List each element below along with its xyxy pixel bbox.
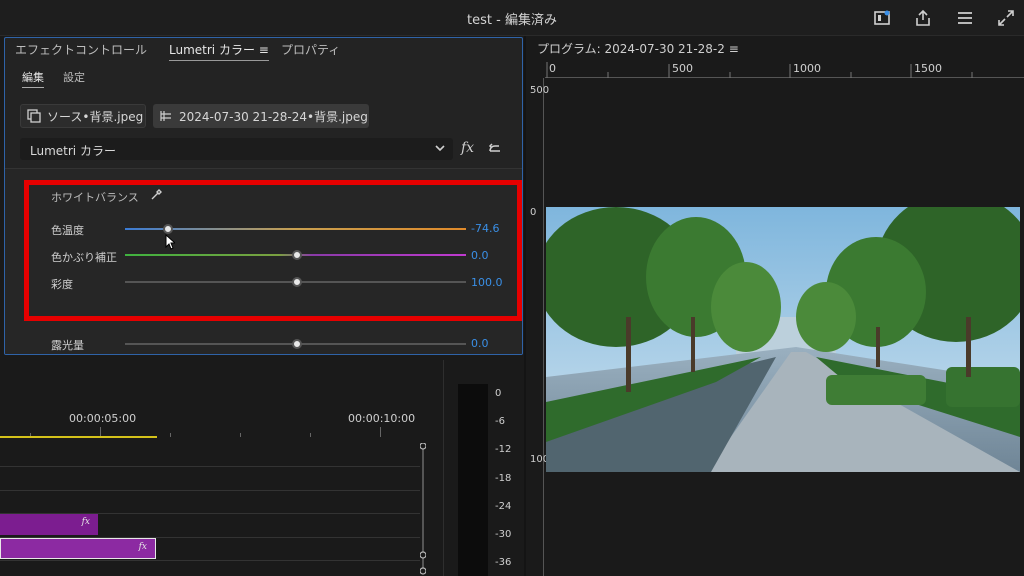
meter-scale-label: -6: [495, 416, 505, 427]
sequence-clip-button[interactable]: 2024-07-30 21-28-24•背景.jpeg: [153, 104, 369, 128]
layers-icon: [27, 109, 41, 123]
title-bar: test - 編集済み: [0, 0, 1024, 36]
exposure-label: 露光量: [51, 339, 84, 352]
timeline-tick: [380, 427, 381, 437]
timeline-vertical-scrollbar[interactable]: [420, 443, 426, 576]
timeline-time-label: 00:00:05:00: [69, 412, 137, 425]
meter-scale-label: -24: [495, 501, 512, 512]
share-icon[interactable]: [913, 8, 933, 28]
timeline-tick: [310, 433, 311, 437]
sequence-icon: [159, 109, 173, 123]
ruler-label: 0: [530, 207, 537, 218]
meter-scale-label: -12: [495, 444, 512, 455]
tab-effect-controls[interactable]: エフェクトコントロール: [15, 41, 147, 58]
quick-export-icon[interactable]: [872, 8, 892, 28]
clip-fx-badge: fx: [138, 542, 147, 552]
panel-tabs: エフェクトコントロール Lumetri カラー ≡ プロパティ: [5, 38, 522, 62]
exposure-value[interactable]: 0.0: [471, 337, 489, 350]
highlight-box: [24, 180, 522, 321]
vertical-ruler: 500 0 1000: [528, 78, 556, 576]
window-title: test - 編集済み: [467, 13, 557, 28]
subtab-edit[interactable]: 編集: [22, 69, 44, 88]
timeline-divider: [443, 360, 444, 576]
meter-scale-label: -30: [495, 529, 512, 540]
mouse-cursor-icon: [165, 234, 175, 250]
street-scene-image: [546, 207, 1020, 472]
meter-scale-label: 0: [495, 388, 502, 399]
timeline-clip[interactable]: fx: [0, 514, 98, 535]
sequence-clip-label: 2024-07-30 21-28-24•背景.jpeg: [179, 109, 368, 124]
audio-meter: [458, 384, 488, 576]
reset-icon[interactable]: [487, 142, 503, 156]
timeline-time-label: 00:00:10:00: [348, 412, 416, 425]
chevron-down-icon: [433, 141, 447, 155]
tab-properties[interactable]: プロパティ: [281, 41, 340, 58]
timeline-clip-selected[interactable]: fx: [0, 538, 156, 559]
timeline-tick: [170, 433, 171, 437]
clip-fx-badge: fx: [81, 517, 90, 527]
ruler-label: 1000: [530, 454, 556, 465]
fx-toggle-button[interactable]: fx: [461, 140, 474, 156]
ruler-ticks: [546, 62, 973, 78]
track-divider: [0, 466, 420, 467]
fullscreen-icon[interactable]: [996, 8, 1016, 28]
source-clip-button[interactable]: ソース•背景.jpeg: [20, 104, 146, 128]
tab-lumetri-color[interactable]: Lumetri カラー ≡: [169, 41, 269, 61]
preset-dropdown-value: Lumetri カラー: [30, 144, 116, 158]
panel-divider[interactable]: [524, 36, 526, 576]
ruler-label: 500: [530, 85, 550, 96]
timeline-tick: [240, 433, 241, 437]
track-divider: [0, 560, 420, 561]
horizontal-ruler: 0 500 1000 1500: [545, 62, 1024, 78]
source-clip-label: ソース•背景.jpeg: [47, 109, 144, 124]
meter-scale-label: -36: [495, 557, 512, 568]
workspace-menu-icon[interactable]: [955, 8, 975, 28]
exposure-slider-knob[interactable]: [292, 339, 302, 349]
subtab-settings[interactable]: 設定: [63, 69, 85, 85]
meter-scale-label: -18: [495, 473, 512, 484]
preset-dropdown[interactable]: Lumetri カラー: [20, 138, 453, 160]
track-divider: [0, 490, 420, 491]
lumetri-panel: エフェクトコントロール Lumetri カラー ≡ プロパティ 編集 設定 ソー…: [4, 37, 523, 355]
work-area-bar[interactable]: [0, 436, 157, 438]
program-monitor-title[interactable]: プログラム: 2024-07-30 21-28-2 ≡: [537, 40, 739, 57]
program-video-frame[interactable]: [546, 207, 1020, 472]
